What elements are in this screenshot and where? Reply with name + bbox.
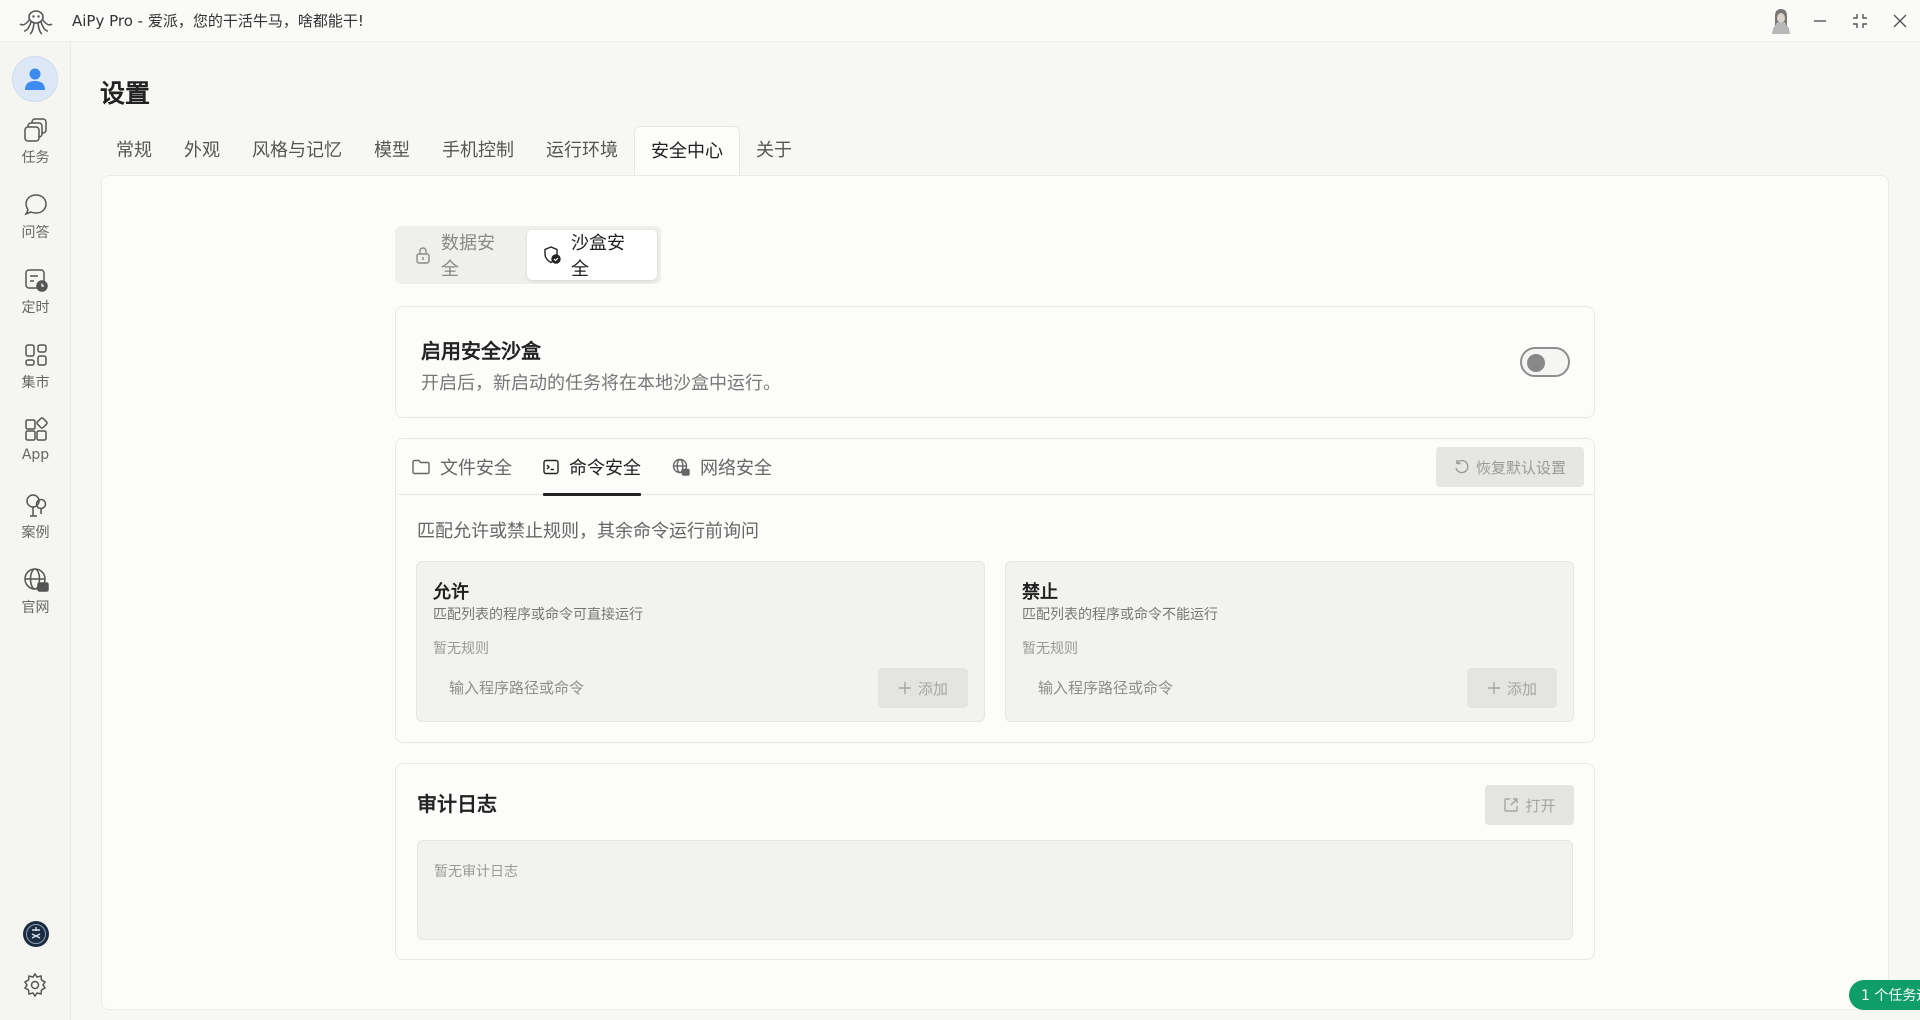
minimize-icon xyxy=(1814,20,1826,22)
user-avatar-icon[interactable] xyxy=(1770,8,1792,34)
enable-sandbox-card: 启用安全沙盒 开启后，新启动的任务将在本地沙盒中运行。 xyxy=(395,306,1595,418)
account-badge-icon[interactable] xyxy=(22,920,50,948)
allow-rules-box: 允许 匹配列表的程序或命令可直接运行 暂无规则 添加 xyxy=(416,561,985,722)
profile-avatar[interactable] xyxy=(12,56,58,102)
segment-label: 沙盒安全 xyxy=(571,233,626,280)
active-tab-underline xyxy=(543,493,641,496)
deny-rule-input[interactable] xyxy=(1022,668,1462,708)
sidebar-item-app[interactable]: App xyxy=(0,416,71,480)
sidebar: 任务 问答 定时 集市 App 案例 官网 xyxy=(0,42,71,1020)
sidebar-item-qa[interactable]: 问答 xyxy=(0,191,71,255)
deny-add-button[interactable]: 添加 xyxy=(1467,668,1557,708)
layers-icon xyxy=(23,118,47,142)
globe-lock-icon xyxy=(672,458,690,476)
gear-icon[interactable] xyxy=(22,972,48,998)
tab-model[interactable]: 模型 xyxy=(358,126,426,176)
sidebar-item-label: 集市 xyxy=(21,375,50,391)
deny-rules-box: 禁止 匹配列表的程序或命令不能运行 暂无规则 添加 xyxy=(1005,561,1574,722)
sandbox-title: 启用安全沙盒 xyxy=(421,339,541,363)
close-button[interactable] xyxy=(1880,0,1920,42)
lock-icon xyxy=(416,247,430,264)
sidebar-item-label: 官网 xyxy=(21,600,50,616)
folder-icon xyxy=(412,459,430,475)
add-label: 添加 xyxy=(1506,679,1537,698)
allow-description: 匹配列表的程序或命令可直接运行 xyxy=(433,607,643,623)
rules-hint: 匹配允许或禁止规则，其余命令运行前询问 xyxy=(417,521,759,542)
tab-phone-control[interactable]: 手机控制 xyxy=(426,126,530,176)
audit-log-card: 审计日志 打开 暂无审计日志 xyxy=(395,763,1595,960)
sandbox-toggle[interactable] xyxy=(1520,347,1570,377)
sidebar-item-schedule[interactable]: 定时 xyxy=(0,266,71,330)
shield-check-icon xyxy=(544,246,561,264)
restore-defaults-button[interactable]: 恢复默认设置 xyxy=(1436,447,1584,487)
tab-file-security[interactable]: 文件安全 xyxy=(412,439,512,495)
audit-empty-text: 暂无审计日志 xyxy=(434,864,518,880)
tab-appearance[interactable]: 外观 xyxy=(168,126,236,176)
plus-icon xyxy=(1487,682,1500,694)
tab-style-memory[interactable]: 风格与记忆 xyxy=(236,126,358,176)
sidebar-item-market[interactable]: 集市 xyxy=(0,341,71,405)
allow-add-button[interactable]: 添加 xyxy=(878,668,968,708)
deny-title: 禁止 xyxy=(1022,582,1058,603)
sidebar-item-label: App xyxy=(21,447,50,463)
terminal-icon xyxy=(543,459,559,475)
sub-tab-label: 文件安全 xyxy=(440,458,512,479)
sidebar-item-tasks[interactable]: 任务 xyxy=(0,116,71,180)
deny-description: 匹配列表的程序或命令不能运行 xyxy=(1022,607,1218,623)
page-title: 设置 xyxy=(100,79,151,108)
minimize-button[interactable] xyxy=(1800,0,1840,42)
external-link-icon xyxy=(1504,798,1519,812)
open-label: 打开 xyxy=(1525,796,1556,815)
security-segmented-control: 数据安全 沙盒安全 xyxy=(395,226,661,284)
allow-empty-text: 暂无规则 xyxy=(433,641,489,657)
sidebar-item-cases[interactable]: 案例 xyxy=(0,491,71,555)
fullscreen-button[interactable] xyxy=(1840,0,1880,42)
schedule-icon xyxy=(24,269,48,292)
open-audit-log-button[interactable]: 打开 xyxy=(1485,785,1574,825)
plus-icon xyxy=(898,682,911,694)
running-task-badge[interactable]: 1 个任务运 xyxy=(1849,980,1920,1010)
close-icon xyxy=(1893,14,1907,28)
allow-rule-input[interactable] xyxy=(433,668,873,708)
grid-icon xyxy=(24,344,47,366)
deny-empty-text: 暂无规则 xyxy=(1022,641,1078,657)
chat-icon xyxy=(23,194,47,216)
toggle-knob xyxy=(1527,354,1545,372)
title-bar: AiPy Pro - 爱派，您的干活牛马，啥都能干! xyxy=(0,0,1920,42)
octopus-logo-icon xyxy=(19,9,53,35)
compress-icon xyxy=(1853,14,1867,28)
sidebar-item-label: 任务 xyxy=(21,150,50,166)
tree-icon xyxy=(25,494,46,517)
allow-title: 允许 xyxy=(433,582,469,603)
audit-log-area: 暂无审计日志 xyxy=(417,840,1573,940)
tab-network-security[interactable]: 网络安全 xyxy=(672,439,772,495)
sub-tab-label: 命令安全 xyxy=(569,458,641,479)
segment-label: 数据安全 xyxy=(441,233,495,280)
tab-about[interactable]: 关于 xyxy=(740,126,808,176)
sidebar-item-label: 定时 xyxy=(21,300,50,316)
restore-label: 恢复默认设置 xyxy=(1475,458,1566,477)
tab-command-security[interactable]: 命令安全 xyxy=(543,439,641,496)
tab-general[interactable]: 常规 xyxy=(100,126,168,176)
settings-tabs: 常规 外观 风格与记忆 模型 手机控制 运行环境 安全中心 关于 xyxy=(100,126,808,176)
sandbox-description: 开启后，新启动的任务将在本地沙盒中运行。 xyxy=(421,373,781,394)
globe-icon xyxy=(23,568,49,592)
undo-icon xyxy=(1455,459,1469,474)
audit-title: 审计日志 xyxy=(417,792,497,816)
segment-data-security[interactable]: 数据安全 xyxy=(399,230,527,280)
security-sub-tabs: 文件安全 命令安全 网络安全 恢复默认设置 xyxy=(396,439,1594,496)
tab-runtime[interactable]: 运行环境 xyxy=(530,126,634,176)
sidebar-item-label: 案例 xyxy=(21,525,50,541)
tab-security-center[interactable]: 安全中心 xyxy=(634,126,740,176)
user-icon xyxy=(25,68,45,90)
add-label: 添加 xyxy=(917,679,948,698)
sidebar-item-label: 问答 xyxy=(21,225,50,241)
segment-sandbox-security[interactable]: 沙盒安全 xyxy=(527,230,657,280)
window-title: AiPy Pro - 爱派，您的干活牛马，啥都能干! xyxy=(72,12,364,30)
app-icon xyxy=(24,417,48,441)
sidebar-item-website[interactable]: 官网 xyxy=(0,566,71,630)
sub-tab-label: 网络安全 xyxy=(700,458,772,479)
rules-card: 文件安全 命令安全 网络安全 恢复默认设置 匹配允许或禁止规则，其余命令运行前询… xyxy=(395,438,1595,743)
